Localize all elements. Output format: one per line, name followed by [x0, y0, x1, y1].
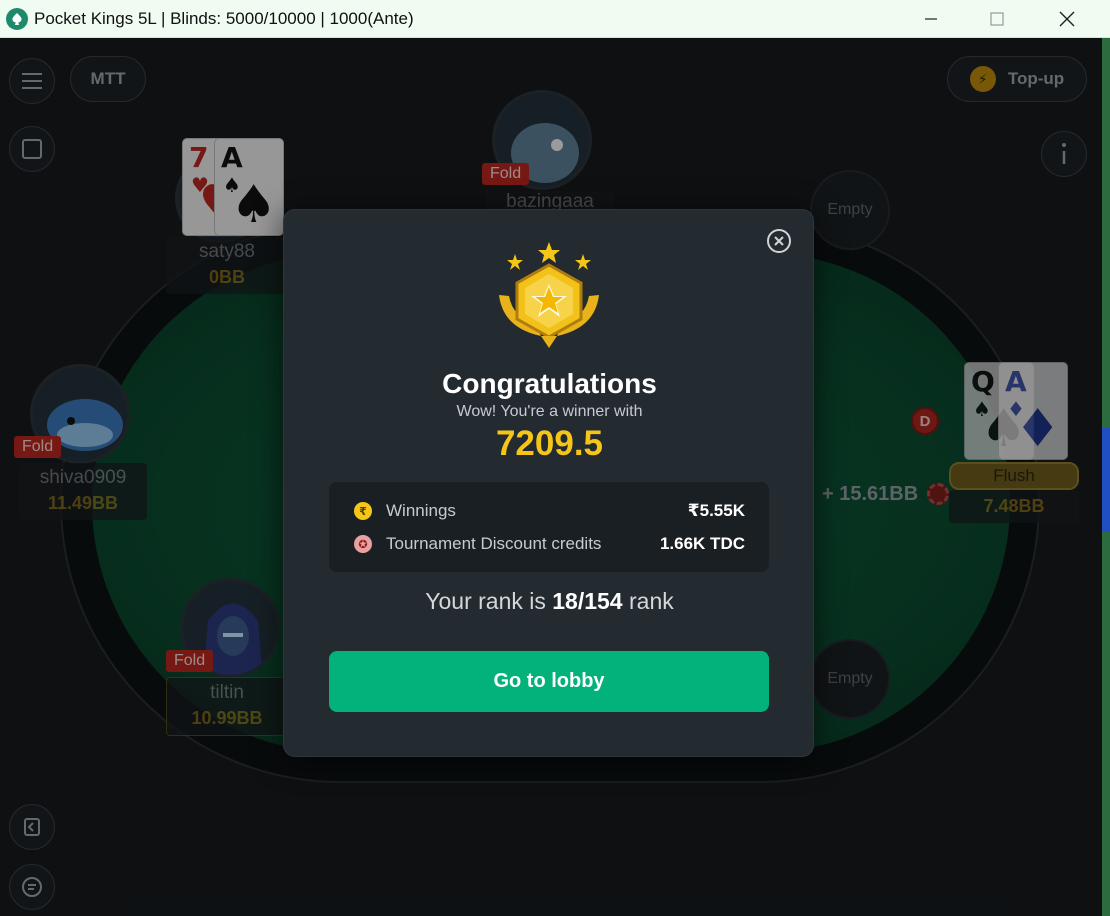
minimize-button[interactable]: [896, 0, 966, 38]
rank-value: 18/154: [552, 588, 623, 614]
trophy-medal-icon: [499, 242, 599, 348]
winner-dialog: Congratulations Wow! You're a winner wit…: [283, 209, 814, 757]
reward-value: 1.66K TDC: [659, 534, 745, 553]
maximize-button[interactable]: [962, 0, 1032, 38]
reward-row-winnings: ₹ Winnings ₹5.55K: [329, 496, 769, 526]
rank-suffix: rank: [629, 588, 674, 614]
rupee-coin-icon: ₹: [354, 502, 372, 520]
tdc-badge-icon: ✪: [354, 535, 372, 553]
close-dialog-button[interactable]: [767, 229, 791, 253]
dialog-subtitle: Wow! You're a winner with: [456, 403, 643, 420]
rank-prefix: Your rank is: [425, 588, 546, 614]
reward-value: ₹5.55K: [687, 501, 745, 520]
close-window-button[interactable]: [1032, 0, 1102, 38]
rewards-panel: ₹ Winnings ₹5.55K ✪ Tournament Discount …: [329, 482, 769, 572]
window-title: Pocket Kings 5L | Blinds: 5000/10000 | 1…: [34, 8, 414, 28]
go-to-lobby-button[interactable]: Go to lobby: [329, 651, 769, 712]
reward-label: Winnings: [386, 501, 456, 520]
reward-label: Tournament Discount credits: [386, 534, 602, 553]
winning-amount: 7209.5: [495, 424, 604, 463]
app-logo-icon: [6, 7, 28, 30]
window-titlebar: Pocket Kings 5L | Blinds: 5000/10000 | 1…: [0, 0, 1110, 38]
rank-text: Your rank is 18/154 rank: [284, 588, 815, 615]
background-app-strip: [1102, 38, 1110, 916]
dialog-title: Congratulations: [442, 368, 657, 399]
reward-row-tdc: ✪ Tournament Discount credits 1.66K TDC: [329, 529, 769, 559]
